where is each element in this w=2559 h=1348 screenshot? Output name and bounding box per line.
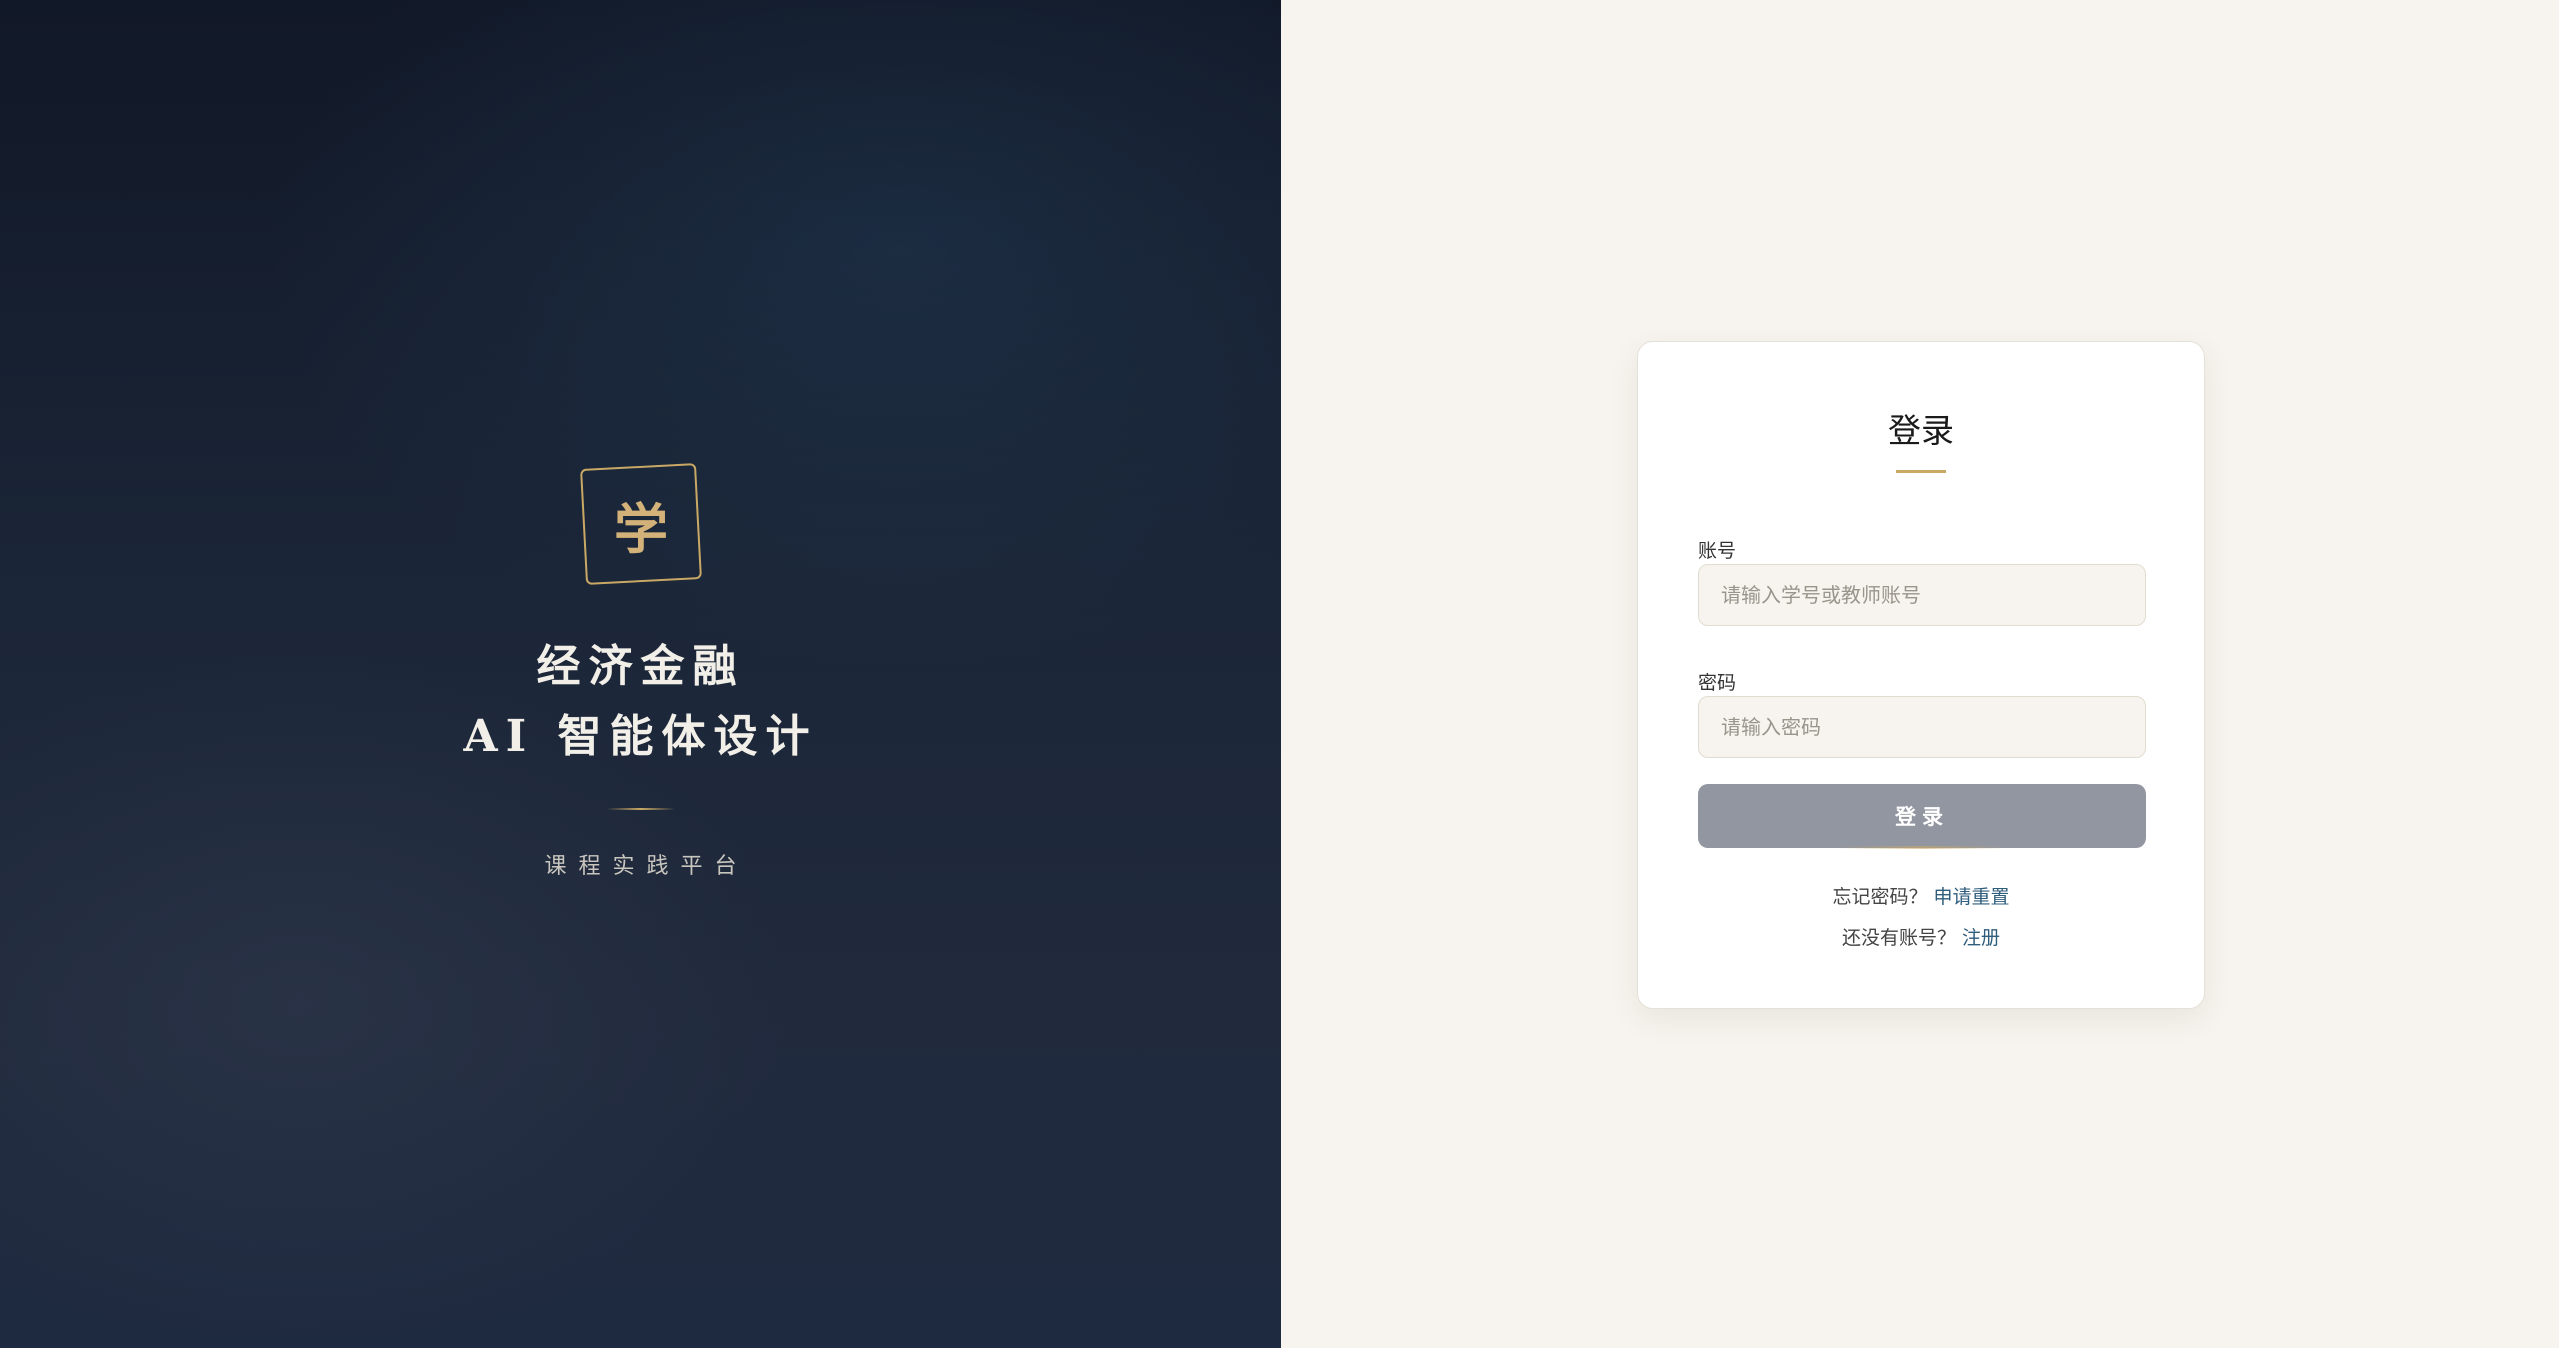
- brand-divider: [606, 808, 675, 810]
- logo-icon: 学: [613, 496, 668, 561]
- no-account-text: 还没有账号？: [1841, 927, 1956, 949]
- register-row: 还没有账号？ 注册: [1638, 923, 2204, 950]
- password-input[interactable]: [1698, 696, 2146, 758]
- reset-password-link[interactable]: 申请重置: [1934, 886, 2010, 908]
- forgot-text: 忘记密码？: [1832, 886, 1928, 908]
- forgot-password-row: 忘记密码？ 申请重置: [1638, 882, 2204, 909]
- account-label: 账号: [1698, 540, 1737, 562]
- login-title: 登录: [1888, 411, 1954, 450]
- button-glow: [1838, 846, 2006, 849]
- account-input[interactable]: [1698, 564, 2146, 626]
- password-label: 密码: [1698, 672, 1737, 694]
- login-card: 登录 账号 密码 登录 忘记密码？ 申请重置 还没有账号？ 注册: [1637, 341, 2205, 1009]
- form-panel: 登录 账号 密码 登录 忘记密码？ 申请重置 还没有账号？ 注册: [1281, 0, 2559, 1348]
- brand-title: 经济金融 AI 智能体设计: [463, 632, 817, 772]
- register-link[interactable]: 注册: [1962, 927, 2000, 949]
- brand-subtitle: 课程实践平台: [544, 854, 749, 879]
- brand-panel: 学 经济金融 AI 智能体设计 课程实践平台: [0, 0, 1281, 1348]
- brand-title-line1: 经济金融: [536, 641, 745, 692]
- logo-badge: 学: [579, 463, 702, 585]
- login-button[interactable]: 登录: [1698, 784, 2146, 848]
- title-underline: [1896, 470, 1946, 473]
- brand-content: 学 经济金融 AI 智能体设计 课程实践平台: [0, 463, 1281, 880]
- login-page: 学 经济金融 AI 智能体设计 课程实践平台 登录 账号 密码 登录 忘记密码？…: [0, 0, 2559, 1348]
- brand-title-line2: AI 智能体设计: [463, 711, 818, 762]
